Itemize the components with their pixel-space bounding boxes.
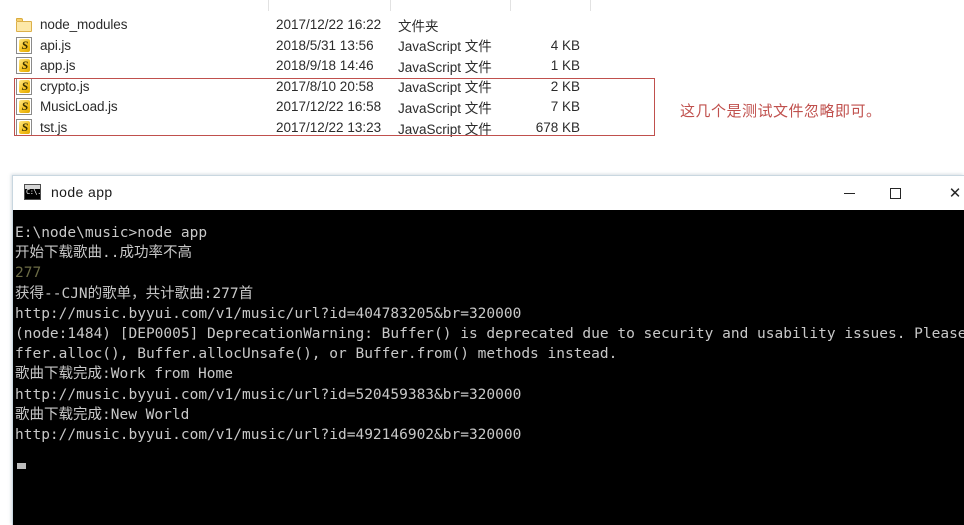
minimize-icon xyxy=(843,192,855,194)
screenshot-root: node_modules 2017/12/22 16:22 文件夹 Sapi.js 20… xyxy=(0,0,964,525)
file-name: api.js xyxy=(40,37,71,53)
file-row[interactable]: Sapi.js 2018/5/31 13:56 JavaScript 文件 4 KB xyxy=(0,35,964,56)
file-name: node_modules xyxy=(40,17,128,32)
file-date: 2018/5/31 13:56 xyxy=(276,37,374,53)
cmd-icon-text: C:\. xyxy=(26,188,41,196)
console-line: 277 xyxy=(15,265,42,282)
file-size: 678 KB xyxy=(535,120,580,135)
file-row[interactable]: node_modules 2017/12/22 16:22 文件夹 xyxy=(0,14,964,35)
column-separator-0 xyxy=(268,0,269,11)
console-line: 歌曲下载完成:New World xyxy=(15,406,190,423)
javascript-file-icon: S xyxy=(16,57,33,75)
file-size: 4 KB xyxy=(550,37,580,53)
console-line: 获得--CJN的歌单，共计歌曲:277首 xyxy=(15,285,254,302)
folder-icon xyxy=(16,16,33,33)
column-separator-1 xyxy=(390,0,391,11)
file-size: 1 KB xyxy=(550,58,580,74)
file-name: tst.js xyxy=(40,120,68,135)
console-line: ffer.alloc(), Buffer.allocUnsafe(), or B… xyxy=(15,346,618,363)
console-line: (node:1484) [DEP0005] DeprecationWarning… xyxy=(15,326,964,343)
console-line: E:\node\music>node app xyxy=(15,225,208,241)
file-explorer-list: node_modules 2017/12/22 16:22 文件夹 Sapi.js 20… xyxy=(0,0,964,148)
console-output[interactable]: E:\node\music>node app 开始下载歌曲..成功率不高 277 获得… xyxy=(13,210,964,525)
console-window: C:\. node app ✕ E:\node\music>node app 开始… xyxy=(12,175,964,525)
maximize-button[interactable] xyxy=(872,176,918,210)
console-line: 开始下载歌曲..成功率不高 xyxy=(15,245,192,262)
file-date: 2017/12/22 13:23 xyxy=(276,120,382,135)
file-date: 2017/12/22 16:58 xyxy=(276,99,382,115)
console-titlebar[interactable]: C:\. node app ✕ xyxy=(13,176,964,210)
file-name: MusicLoad.js xyxy=(40,99,118,115)
file-date: 2017/12/22 16:22 xyxy=(276,17,382,32)
file-date: 2018/9/18 14:46 xyxy=(276,58,374,74)
javascript-file-icon: S xyxy=(16,36,33,54)
console-cursor xyxy=(17,463,26,469)
close-icon: ✕ xyxy=(948,183,962,202)
console-line: http://music.byyui.com/v1/music/url?id=5… xyxy=(15,386,522,403)
maximize-icon xyxy=(889,187,901,199)
file-name: app.js xyxy=(40,58,76,74)
cmd-icon: C:\. xyxy=(24,184,41,200)
console-line: 歌曲下载完成:Work from Home xyxy=(15,366,233,383)
column-separator-3 xyxy=(590,0,591,11)
minimize-button[interactable] xyxy=(826,176,872,210)
column-separator-2 xyxy=(510,0,511,11)
console-lines-container: E:\node\music>node app 开始下载歌曲..成功率不高 277 获得… xyxy=(13,223,964,445)
console-line: http://music.byyui.com/v1/music/url?id=4… xyxy=(15,305,522,322)
file-type: 文件夹 xyxy=(398,18,439,34)
file-row[interactable]: Sapp.js 2018/9/18 14:46 JavaScript 文件 1 KB xyxy=(0,55,964,76)
console-title: node app xyxy=(51,184,113,200)
javascript-file-icon: S xyxy=(16,98,33,116)
file-date: 2017/8/10 20:58 xyxy=(276,78,374,94)
console-line: http://music.byyui.com/v1/music/url?id=4… xyxy=(15,427,522,444)
javascript-file-icon: S xyxy=(16,77,33,95)
file-row[interactable]: Scrypto.js 2017/8/10 20:58 JavaScript 文件 2 … xyxy=(0,76,964,97)
file-size: 2 KB xyxy=(550,78,580,94)
file-name: crypto.js xyxy=(40,78,90,94)
file-size: 7 KB xyxy=(550,99,580,115)
annotation-note: 这几个是测试文件忽略即可。 xyxy=(680,102,882,120)
close-button[interactable]: ✕ xyxy=(932,176,964,210)
javascript-file-icon: S xyxy=(16,119,33,136)
